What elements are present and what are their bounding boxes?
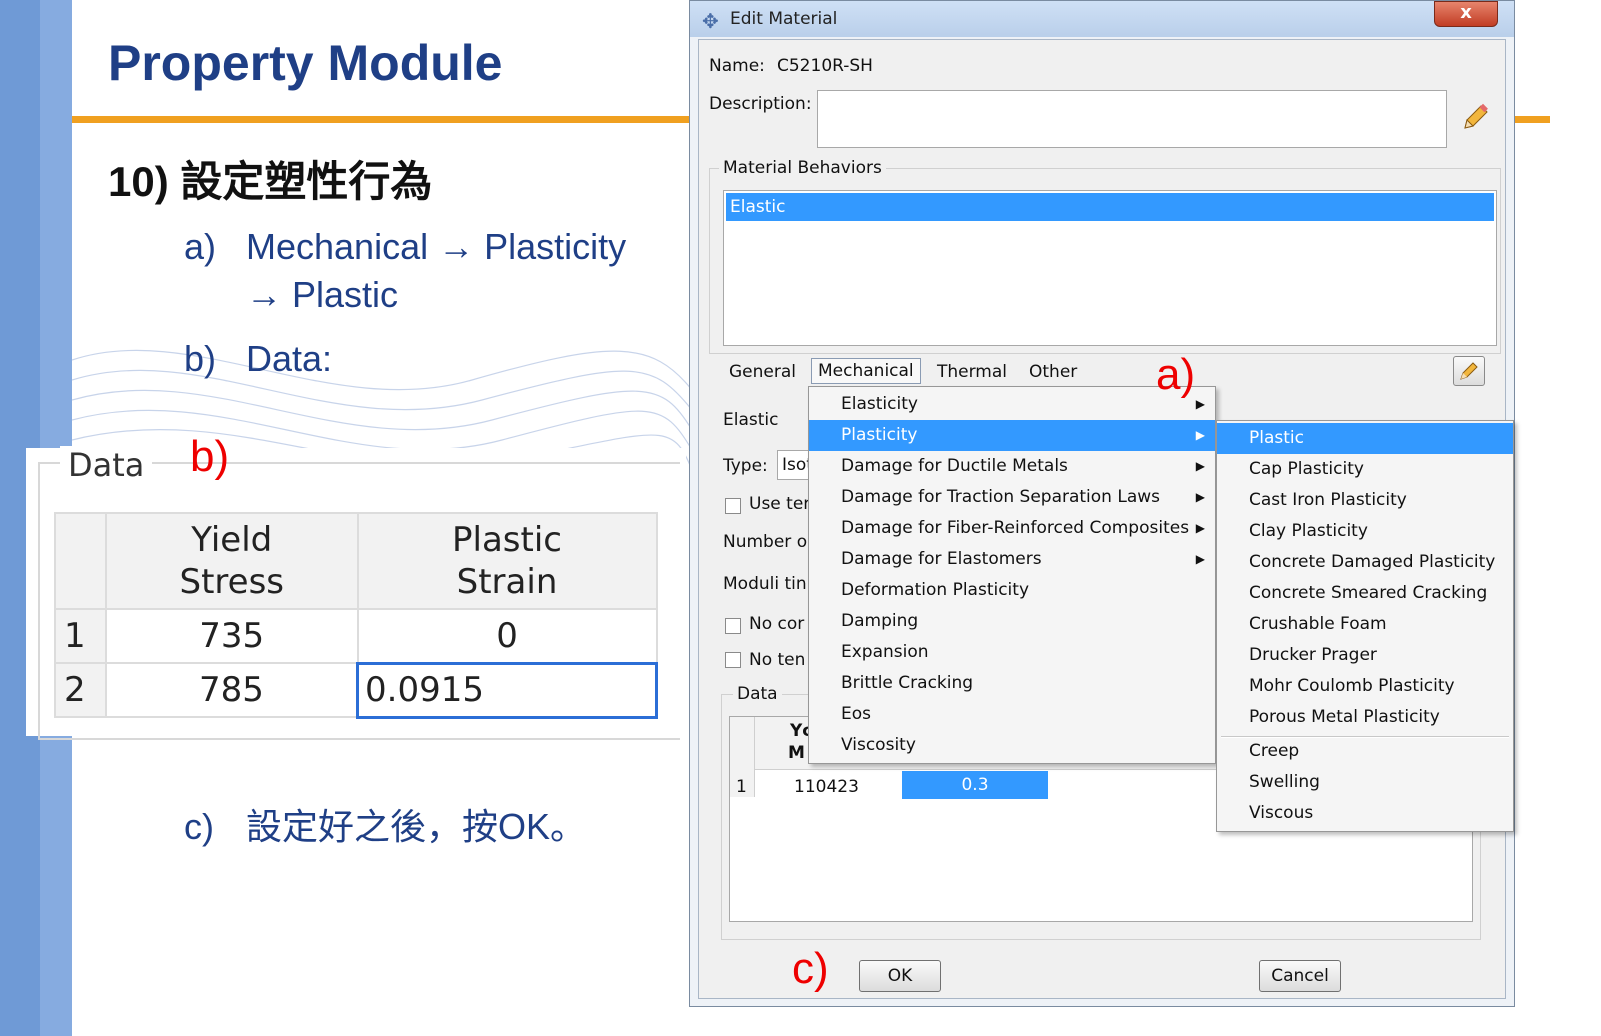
step-a-marker: a) [184,226,217,267]
callout-c: c) [792,944,829,993]
no-tension-label: No ten [749,650,806,670]
elastic-data-legend: Data [733,684,782,704]
yield-stress-header: Yield Stress [105,512,359,610]
triangle-right-icon: ▶ [1195,397,1205,411]
data-snippet-legend: Data [60,446,153,484]
plastic-data-table: Yield Stress Plastic Strain 1 735 0 2 78… [54,512,658,719]
tab-mechanical[interactable]: Mechanical [811,358,921,384]
dialog-title: Edit Material [730,9,838,29]
yield-stress-cell[interactable]: 785 [105,662,359,718]
youngs-modulus-header-2: M [788,743,805,763]
description-label: Description: [709,94,812,114]
name-label: Name: [709,56,765,76]
description-input[interactable] [817,90,1447,148]
table-corner [54,512,107,610]
menu-item-creep[interactable]: Creep [1217,736,1513,767]
plastic-strain-cell[interactable]: 0 [356,608,658,664]
menu-item-crushable-foam[interactable]: Crushable Foam [1217,609,1513,640]
slide-title: Property Module [108,35,503,91]
triangle-right-icon: ▶ [1195,521,1205,535]
menu-item-plastic[interactable]: Plastic [1217,423,1513,454]
table-row: 1 735 0 [54,608,658,664]
menu-item-elasticity[interactable]: Elasticity ▶ [809,389,1215,420]
close-button[interactable]: x [1434,1,1498,27]
step-a-text: Mechanical → Plasticity [246,226,627,267]
menu-item-viscous[interactable]: Viscous [1217,798,1513,829]
menu-item-clay-plasticity[interactable]: Clay Plasticity [1217,516,1513,547]
moduli-label: Moduli tin [723,574,807,594]
material-name: C5210R-SH [777,56,873,76]
menu-item-mohr-coulomb[interactable]: Mohr Coulomb Plasticity [1217,671,1513,702]
plasticity-submenu: Plastic Cap Plasticity Cast Iron Plastic… [1216,420,1514,832]
menu-item-plasticity[interactable]: Plasticity ▶ [809,420,1215,451]
elastic-legend: Elastic [719,410,783,430]
menu-item-concrete-damaged-plasticity[interactable]: Concrete Damaged Plasticity [1217,547,1513,578]
use-temperature-label: Use ter [749,494,811,514]
no-tension-checkbox[interactable] [725,652,741,668]
step-c-text: 設定好之後，按OK。 [246,806,587,847]
menu-item-expansion[interactable]: Expansion [809,637,1215,668]
menu-item-viscosity[interactable]: Viscosity [809,730,1215,761]
poissons-ratio-cell[interactable]: 0.3 [902,771,1048,799]
step-a-continued: → Plastic [246,274,399,315]
tab-other[interactable]: Other [1029,362,1077,382]
step-heading: 10) 設定塑性行為 [108,158,433,205]
triangle-right-icon: ▶ [1195,490,1205,504]
title-rule-right [1514,116,1550,123]
tab-thermal[interactable]: Thermal [937,362,1007,382]
menu-item-eos[interactable]: Eos [809,699,1215,730]
callout-a: a) [1156,350,1196,399]
menu-item-cast-iron-plasticity[interactable]: Cast Iron Plasticity [1217,485,1513,516]
menu-item-damage-elastomers[interactable]: Damage for Elastomers ▶ [809,544,1215,575]
menu-item-damage-fiber[interactable]: Damage for Fiber-Reinforced Composites ▶ [809,513,1215,544]
row-index: 2 [54,662,107,718]
abaqus-icon: ✥ [702,9,719,33]
behavior-item-elastic[interactable]: Elastic [726,193,1494,221]
no-compression-label: No cor [749,614,805,634]
menu-item-damage-traction[interactable]: Damage for Traction Separation Laws ▶ [809,482,1215,513]
triangle-right-icon: ▶ [1195,428,1205,442]
youngs-modulus-cell[interactable]: 110423 [794,777,859,797]
menu-item-swelling[interactable]: Swelling [1217,767,1513,798]
step-b: b) Data: [184,338,332,380]
title-rule [72,116,692,123]
pencil-icon[interactable] [1459,102,1491,134]
tab-general[interactable]: General [729,362,796,382]
yield-stress-cell[interactable]: 735 [105,608,359,664]
step-c-marker: c) [184,806,214,847]
plastic-strain-header: Plastic Strain [356,512,658,610]
cancel-button[interactable]: Cancel [1259,960,1341,992]
step-b-text: Data: [246,338,333,379]
behaviors-legend: Material Behaviors [719,158,886,178]
mechanical-menu: Elasticity ▶ Plasticity ▶ Damage for Ducti… [808,386,1216,764]
row-index: 1 [736,777,747,797]
menu-item-brittle-cracking[interactable]: Brittle Cracking [809,668,1215,699]
pencil-icon [1460,362,1478,380]
menu-item-concrete-smeared-cracking[interactable]: Concrete Smeared Cracking [1217,578,1513,609]
menu-item-drucker-prager[interactable]: Drucker Prager [1217,640,1513,671]
no-compression-checkbox[interactable] [725,618,741,634]
triangle-right-icon: ▶ [1195,459,1205,473]
menu-item-damage-ductile[interactable]: Damage for Ductile Metals ▶ [809,451,1215,482]
menu-item-porous-metal[interactable]: Porous Metal Plasticity [1217,702,1513,733]
type-label: Type: [723,456,768,476]
step-a: a) Mechanical → Plasticity [184,226,626,268]
menu-item-deformation-plasticity[interactable]: Deformation Plasticity [809,575,1215,606]
edit-behavior-button[interactable] [1453,356,1485,386]
menu-item-damping[interactable]: Damping [809,606,1215,637]
table-row: 2 785 0.0915 [54,661,658,719]
triangle-right-icon: ▶ [1195,552,1205,566]
callout-b: b) [190,432,230,481]
use-temperature-checkbox[interactable] [725,498,741,514]
step-b-marker: b) [184,338,217,379]
ok-button[interactable]: OK [859,960,941,992]
row-index: 1 [54,608,107,664]
plastic-strain-cell-editing[interactable]: 0.0915 [356,661,658,719]
menu-item-cap-plasticity[interactable]: Cap Plasticity [1217,454,1513,485]
behaviors-list[interactable]: Elastic [723,190,1497,346]
number-label: Number o [723,532,808,552]
step-c: c) 設定好之後，按OK。 [184,798,586,850]
